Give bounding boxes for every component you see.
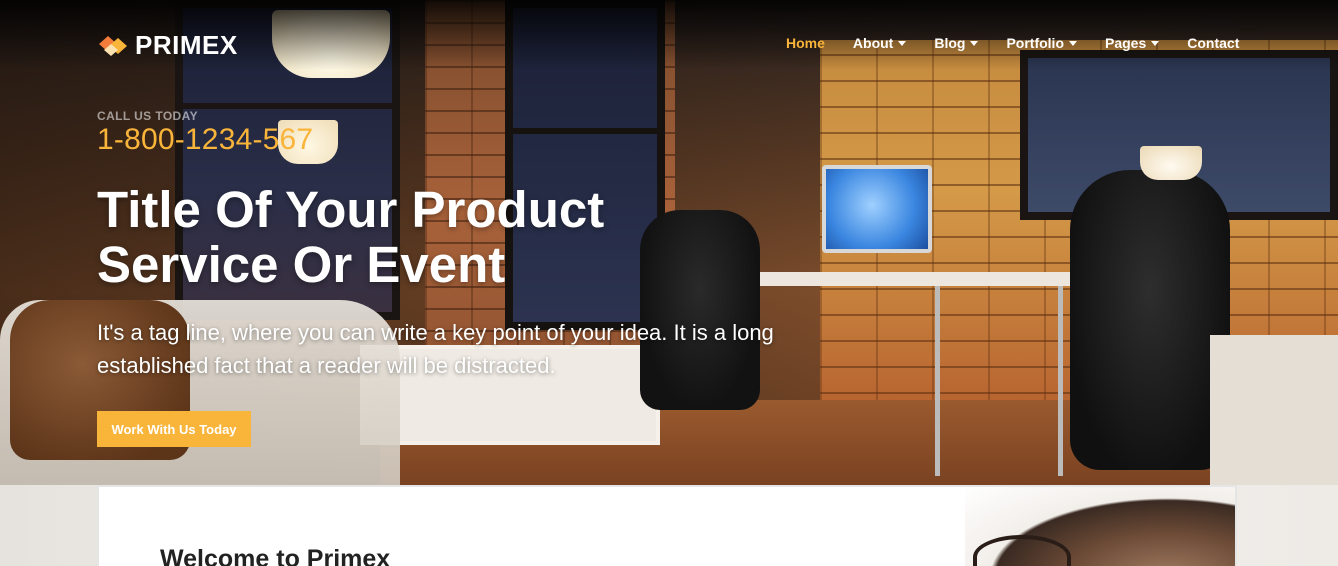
- nav-item-home[interactable]: Home: [786, 34, 825, 52]
- monitor-decor: [822, 165, 932, 253]
- logo-text: PRIMEX: [135, 30, 238, 60]
- desk-decor: [720, 272, 1070, 286]
- welcome-card: Welcome to Primex: [97, 485, 1237, 566]
- nav-item-label: About: [852, 35, 894, 51]
- hero-title-line: Title Of Your Product: [97, 181, 605, 238]
- nav-item-label: Contact: [1187, 35, 1240, 51]
- phone-number[interactable]: 1-800-1234-567: [97, 123, 313, 157]
- office-chair-decor: [1070, 170, 1230, 470]
- lamp-decor: [1140, 146, 1202, 180]
- welcome-title: Welcome to Primex: [160, 545, 391, 566]
- logo-link[interactable]: PRIMEX: [97, 30, 238, 61]
- nav-item-about[interactable]: About: [852, 34, 907, 52]
- hero-tagline: It's a tag line, where you can write a k…: [97, 320, 774, 378]
- desk-leg-decor: [935, 286, 940, 476]
- chevron-down-icon: [1151, 41, 1160, 46]
- nav-item-label: Pages: [1105, 35, 1147, 51]
- chevron-down-icon: [970, 41, 979, 46]
- chevron-down-icon: [1069, 41, 1077, 46]
- nav-item-blog[interactable]: Blog: [934, 34, 979, 52]
- work-with-us-button[interactable]: Work With Us Today: [97, 411, 251, 447]
- nav-item-pages[interactable]: Pages: [1105, 34, 1160, 52]
- nav-item-label: Home: [786, 35, 825, 51]
- primex-logo-icon: [97, 32, 129, 60]
- cabinet-decor: [1210, 335, 1338, 485]
- page: PRIMEX Home About Blog Portfolio Pages C…: [0, 0, 1338, 566]
- desk-leg-decor: [1058, 286, 1063, 476]
- nav-item-portfolio[interactable]: Portfolio: [1006, 34, 1077, 52]
- call-us-label: CALL US TODAY: [97, 109, 198, 123]
- portrait-image: [965, 487, 1235, 566]
- nav-item-contact[interactable]: Contact: [1187, 34, 1239, 52]
- nav-item-label: Portfolio: [1006, 35, 1064, 51]
- main-menu: Home About Blog Portfolio Pages Contact: [786, 34, 1267, 52]
- hero-title-line: Service Or Event: [97, 236, 506, 293]
- navbar: PRIMEX Home About Blog Portfolio Pages C…: [0, 0, 1338, 86]
- hero-title: Title Of Your Product Service Or Event: [97, 182, 717, 292]
- chevron-down-icon: [898, 41, 907, 46]
- nav-item-label: Blog: [934, 35, 966, 51]
